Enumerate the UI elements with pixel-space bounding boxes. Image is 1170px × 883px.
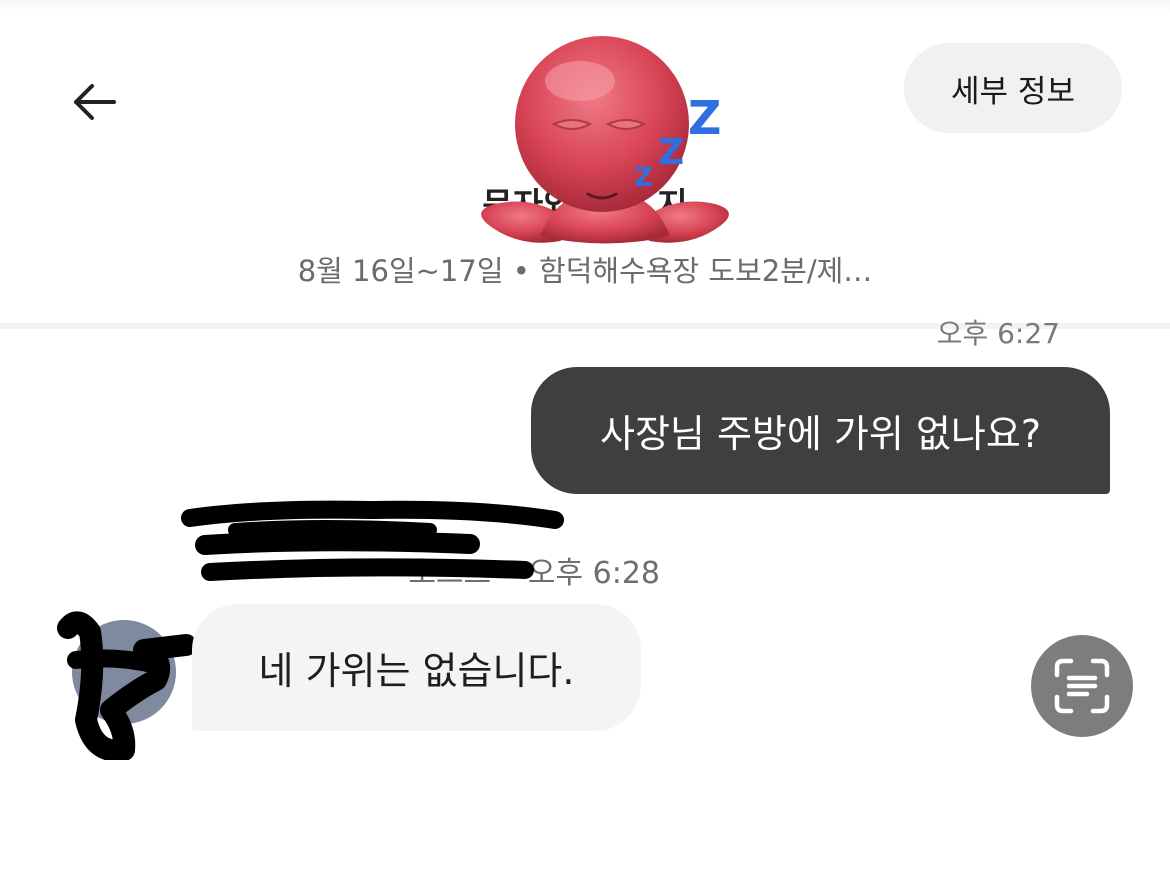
svg-text:Z: Z	[634, 163, 653, 193]
status-bar-fade	[0, 0, 1170, 12]
text-scan-icon	[1054, 658, 1110, 714]
svg-text:Z: Z	[658, 132, 684, 173]
incoming-message-bubble[interactable]: 네 가위는 없습니다.	[192, 604, 641, 731]
avatar[interactable]	[56, 610, 196, 760]
text-scan-button[interactable]	[1031, 635, 1133, 737]
details-button[interactable]: 세부 정보	[904, 43, 1122, 133]
sleeping-octopus-sticker: Z Z Z	[481, 36, 729, 244]
arrow-left-icon	[74, 84, 116, 120]
svg-text:Z: Z	[688, 91, 721, 145]
listing-subtitle[interactable]: 8월 16일~17일 • 함덕해수욕장 도보2분/제…	[240, 248, 930, 290]
back-button[interactable]	[58, 70, 130, 134]
outgoing-timestamp: 오후 6:27	[936, 317, 1060, 350]
redaction-scribble	[181, 500, 564, 581]
outgoing-message-bubble[interactable]: 사장님 주방에 가위 없나요?	[531, 367, 1110, 494]
